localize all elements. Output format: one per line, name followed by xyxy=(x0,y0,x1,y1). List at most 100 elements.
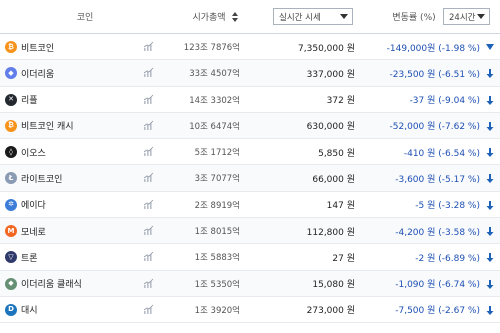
chart-icon[interactable] xyxy=(143,225,154,236)
table-row[interactable]: ✲ 에이다 2조 8919억 147 원 -5 원 (-3.28 %) xyxy=(0,191,500,219)
chart-icon[interactable] xyxy=(143,199,154,210)
change-value: -1,090 원 (-6.74 %) xyxy=(395,280,480,291)
arrow-down-icon xyxy=(486,305,494,315)
arrow-down-icon xyxy=(486,200,494,210)
arrow-down-icon xyxy=(486,253,494,263)
table-row[interactable]: ▽ 트론 1조 5883억 27 원 -2 원 (-6.89 %) xyxy=(0,244,500,271)
table-row[interactable]: ₿ 비트코인 캐시 10조 6474억 630,000 원 -52,000 원 (-7.… xyxy=(0,112,500,140)
chart-icon[interactable] xyxy=(143,41,154,52)
market-cap-value: 3조 7077억 xyxy=(194,174,240,185)
price-value: 27 원 xyxy=(332,253,355,264)
chart-icon[interactable] xyxy=(143,304,154,315)
market-cap-value: 2조 8919억 xyxy=(194,200,240,211)
arrow-down-icon xyxy=(486,174,494,184)
arrow-down-icon xyxy=(486,69,494,79)
litecoin-icon: Ł xyxy=(5,172,17,185)
price-value: 15,080 원 xyxy=(312,280,355,291)
period-select[interactable]: 24시간 xyxy=(443,8,490,25)
table-body: ₿ 비트코인 123조 7876억 7,350,000 원 -149,000원 (-1.… xyxy=(0,34,500,324)
coin-table: 코인 시가총액 실시간 시세 변동률 (%) 24시간 ₿ 비트코인 123조 78… xyxy=(0,0,500,333)
chart-icon[interactable] xyxy=(143,94,154,105)
market-cap-value: 14조 3302억 xyxy=(189,95,240,106)
table-row[interactable]: ◆ 이더리움 클래식 1조 5350억 15,080 원 -1,090 원 (-6.74… xyxy=(0,270,500,297)
market-cap-value: 1조 8015억 xyxy=(194,227,240,238)
dash-icon: D xyxy=(5,303,17,316)
arrow-down-icon xyxy=(486,121,494,131)
chart-icon[interactable] xyxy=(143,251,154,262)
change-value: -410 원 (-6.54 %) xyxy=(403,148,480,159)
sort-icon[interactable] xyxy=(231,11,238,22)
chart-icon[interactable] xyxy=(143,67,154,78)
price-value: 5,850 원 xyxy=(318,148,355,159)
coin-name[interactable]: 비트코인 캐시 xyxy=(21,113,74,139)
coin-name[interactable]: 이더리움 xyxy=(21,60,54,86)
eos-icon: ◊ xyxy=(5,146,17,159)
market-cap-value: 1조 3920억 xyxy=(194,305,240,316)
price-value: 337,000 원 xyxy=(306,69,355,80)
table-row[interactable]: Ł 라이트코인 3조 7077억 66,000 원 -3,600 원 (-5.17 %) xyxy=(0,165,500,192)
coin-name[interactable]: 라이트코인 xyxy=(21,165,62,191)
change-value: -23,500 원 (-6.51 %) xyxy=(389,69,480,80)
change-column-header: 변동률 (%) xyxy=(392,13,436,23)
price-value: 7,350,000 원 xyxy=(298,43,355,54)
market-cap-value: 1조 5883억 xyxy=(194,253,240,264)
price-mode-value: 실시간 시세 xyxy=(279,12,321,23)
market-cap-column-header[interactable]: 시가총액 xyxy=(170,0,260,33)
chart-icon[interactable] xyxy=(143,172,154,183)
table-row[interactable]: ◆ 이더리움 33조 4507억 337,000 원 -23,500 원 (-6.51 … xyxy=(0,60,500,87)
price-value: 112,800 원 xyxy=(306,227,355,238)
price-value: 66,000 원 xyxy=(312,174,355,185)
market-cap-value: 10조 6474억 xyxy=(189,121,240,132)
table-header: 코인 시가총액 실시간 시세 변동률 (%) 24시간 xyxy=(0,0,500,34)
table-row[interactable]: ◊ 이오스 5조 1712억 5,850 원 -410 원 (-6.54 %) xyxy=(0,139,500,166)
change-value: -37 원 (-9.04 %) xyxy=(409,96,480,107)
change-value: -4,200 원 (-3.58 %) xyxy=(395,227,480,238)
coin-name[interactable]: 에이다 xyxy=(21,192,46,218)
ethereum-classic-icon: ◆ xyxy=(5,277,17,290)
chart-icon[interactable] xyxy=(143,278,154,289)
table-row[interactable]: ₿ 비트코인 123조 7876억 7,350,000 원 -149,000원 (-1.… xyxy=(0,34,500,61)
coin-name[interactable]: 대시 xyxy=(21,297,38,323)
monero-icon: M xyxy=(5,225,17,238)
table-row[interactable]: D 대시 1조 3920억 273,000 원 -7,500 원 (-2.67 %) xyxy=(0,296,500,324)
market-cap-value: 33조 4507억 xyxy=(189,69,240,80)
coin-name[interactable]: 비트코인 xyxy=(21,34,54,60)
period-value: 24시간 xyxy=(449,12,476,23)
arrow-down-icon xyxy=(486,44,494,50)
price-value: 147 원 xyxy=(326,201,355,212)
change-value: -5 원 (-3.28 %) xyxy=(415,201,480,212)
bitcoin-cash-icon: ₿ xyxy=(5,119,17,132)
coin-name[interactable]: 리플 xyxy=(21,87,38,113)
price-value: 273,000 원 xyxy=(306,306,355,317)
change-value: -2 원 (-6.89 %) xyxy=(415,253,480,264)
chart-icon[interactable] xyxy=(143,120,154,131)
chart-icon[interactable] xyxy=(143,146,154,157)
market-cap-value: 1조 5350억 xyxy=(194,279,240,290)
market-cap-value: 5조 1712억 xyxy=(194,148,240,159)
ethereum-icon: ◆ xyxy=(5,67,17,80)
change-value: -7,500 원 (-2.67 %) xyxy=(395,306,480,317)
change-value: -3,600 원 (-5.17 %) xyxy=(395,174,480,185)
price-mode-select[interactable]: 실시간 시세 xyxy=(273,8,353,25)
tron-icon: ▽ xyxy=(5,251,17,264)
market-cap-value: 123조 7876억 xyxy=(183,43,240,53)
coin-name[interactable]: 트론 xyxy=(21,244,38,270)
market-cap-label: 시가총액 xyxy=(192,13,226,23)
arrow-down-icon xyxy=(486,148,494,158)
change-value: -52,000 원 (-7.62 %) xyxy=(389,122,480,133)
table-row[interactable]: ✕ 리플 14조 3302억 372 원 -37 원 (-9.04 %) xyxy=(0,86,500,113)
chevron-down-icon xyxy=(477,14,485,19)
price-value: 372 원 xyxy=(326,96,355,107)
bitcoin-icon: ₿ xyxy=(5,41,17,53)
arrow-down-icon xyxy=(486,227,494,237)
coin-column-header: 코인 xyxy=(76,13,94,23)
coin-name[interactable]: 이더리움 클래식 xyxy=(21,271,82,297)
table-row[interactable]: M 모네로 1조 8015억 112,800 원 -4,200 원 (-3.58 %) xyxy=(0,218,500,245)
price-value: 630,000 원 xyxy=(306,122,355,133)
cardano-icon: ✲ xyxy=(5,198,17,211)
change-value: -149,000원 (-1.98 %) xyxy=(386,43,480,54)
coin-name[interactable]: 모네로 xyxy=(21,218,46,244)
arrow-down-icon xyxy=(486,279,494,289)
ripple-icon: ✕ xyxy=(5,93,17,106)
coin-name[interactable]: 이오스 xyxy=(21,139,46,165)
